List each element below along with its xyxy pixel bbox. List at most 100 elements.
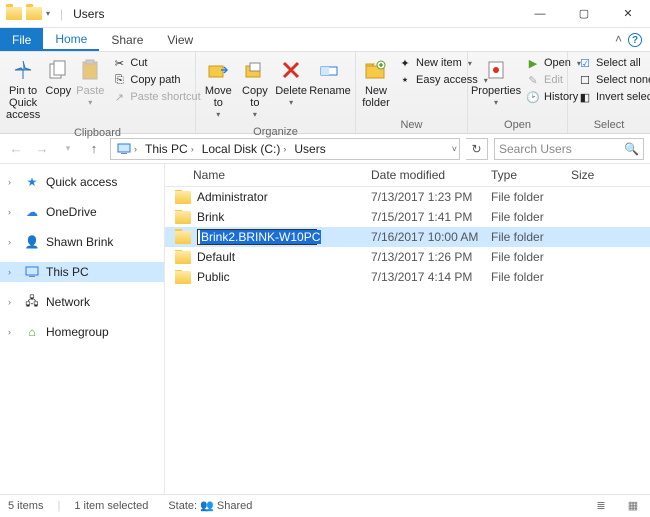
- table-row[interactable]: Default7/13/2017 1:26 PMFile folder: [165, 247, 650, 267]
- file-type: File folder: [485, 190, 565, 204]
- rename-button[interactable]: Rename: [309, 55, 351, 99]
- new-folder-icon: [362, 57, 390, 83]
- navpane-homegroup[interactable]: ›⌂Homegroup: [0, 322, 164, 342]
- caret-icon[interactable]: ›: [8, 207, 18, 217]
- tab-home[interactable]: Home: [43, 28, 99, 51]
- rename-input[interactable]: Brink2.BRINK-W10PC: [197, 229, 317, 245]
- navpane-user[interactable]: ›👤Shawn Brink: [0, 232, 164, 252]
- navpane-this-pc[interactable]: ›This PC: [0, 262, 164, 282]
- table-row[interactable]: Brink2.BRINK-W10PC7/16/2017 10:00 AMFile…: [165, 227, 650, 247]
- star-icon: ★: [24, 175, 40, 189]
- table-row[interactable]: Administrator7/13/2017 1:23 PMFile folde…: [165, 187, 650, 207]
- paste-shortcut-button[interactable]: ↗Paste shortcut: [108, 89, 204, 105]
- file-name: Public: [197, 270, 230, 284]
- user-icon: 👤: [24, 235, 40, 249]
- column-date[interactable]: Date modified: [365, 164, 485, 186]
- help-icon[interactable]: ?: [628, 33, 642, 47]
- select-all-icon: ☑: [578, 56, 592, 70]
- address-dropdown-icon[interactable]: ˅: [452, 144, 457, 154]
- select-all-button[interactable]: ☑Select all: [574, 55, 650, 71]
- tab-file[interactable]: File: [0, 28, 43, 51]
- tab-view[interactable]: View: [155, 28, 205, 51]
- status-state: State: 👥 Shared: [168, 499, 252, 512]
- properties-button[interactable]: Properties▾: [472, 55, 520, 110]
- ribbon: Pin to Quick access Copy Paste ▾ ✂Cut ⎘C…: [0, 52, 650, 134]
- delete-icon: [277, 57, 305, 83]
- copy-icon: [44, 57, 72, 83]
- caret-icon[interactable]: ›: [8, 237, 18, 247]
- breadcrumb-users[interactable]: Users: [290, 142, 329, 156]
- properties-icon: [482, 57, 510, 83]
- cloud-icon: ☁: [24, 205, 40, 219]
- move-to-button[interactable]: Move to▾: [200, 55, 237, 122]
- file-type: File folder: [485, 270, 565, 284]
- back-button[interactable]: ←: [6, 139, 26, 159]
- status-bar: 5 items | 1 item selected State: 👥 Share…: [0, 494, 650, 516]
- titlebar-separator: |: [60, 7, 63, 21]
- status-item-count: 5 items: [8, 500, 43, 512]
- file-type: File folder: [485, 210, 565, 224]
- select-none-button[interactable]: ☐Select none: [574, 72, 650, 88]
- caret-icon[interactable]: ›: [8, 327, 18, 337]
- history-icon: 🕑: [526, 90, 540, 104]
- minimize-button[interactable]: —: [518, 0, 562, 28]
- new-folder-button[interactable]: New folder: [360, 55, 392, 111]
- recent-locations-button[interactable]: ▾: [58, 139, 78, 159]
- navpane-onedrive[interactable]: ›☁OneDrive: [0, 202, 164, 222]
- search-box[interactable]: Search Users 🔍: [494, 138, 644, 160]
- column-headers: Name Date modified Type Size: [165, 164, 650, 187]
- copy-path-icon: ⎘: [112, 73, 126, 87]
- paste-shortcut-icon: ↗: [112, 90, 126, 104]
- breadcrumb-this-pc[interactable]: This PC›: [141, 142, 198, 156]
- qat-folder-icon[interactable]: [26, 7, 42, 20]
- ribbon-group-clipboard: Pin to Quick access Copy Paste ▾ ✂Cut ⎘C…: [0, 52, 196, 133]
- paste-button[interactable]: Paste ▾: [74, 55, 106, 110]
- file-name: Administrator: [197, 190, 268, 204]
- close-button[interactable]: ✕: [606, 0, 650, 28]
- caret-icon[interactable]: ›: [8, 267, 18, 277]
- caret-icon[interactable]: ›: [8, 177, 18, 187]
- ribbon-group-new: New folder ✦New item▾ ⭑Easy access▾ New: [356, 52, 468, 133]
- forward-button[interactable]: →: [32, 139, 52, 159]
- folder-icon: [175, 211, 191, 224]
- file-type: File folder: [485, 250, 565, 264]
- refresh-button[interactable]: ↻: [466, 138, 488, 160]
- copy-to-button[interactable]: Copy to▾: [237, 55, 274, 122]
- ribbon-tabs: File Home Share View ˄ ?: [0, 28, 650, 52]
- address-bar-row: ← → ▾ ↑ › This PC› Local Disk (C:)› User…: [0, 134, 650, 164]
- tab-share[interactable]: Share: [99, 28, 155, 51]
- address-bar[interactable]: › This PC› Local Disk (C:)› Users ˅: [110, 138, 460, 160]
- status-selected-count: 1 item selected: [74, 500, 148, 512]
- view-large-icons-button[interactable]: ▦: [624, 498, 642, 514]
- view-details-button[interactable]: ≣: [592, 498, 610, 514]
- caret-icon[interactable]: ›: [8, 297, 18, 307]
- maximize-button[interactable]: ▢: [562, 0, 606, 28]
- rename-icon: [316, 57, 344, 83]
- column-name[interactable]: Name: [165, 164, 365, 186]
- pc-icon: [117, 143, 131, 155]
- file-name: Default: [197, 250, 235, 264]
- invert-selection-button[interactable]: ◧Invert selection: [574, 89, 650, 105]
- move-to-icon: [204, 57, 232, 83]
- cut-button[interactable]: ✂Cut: [108, 55, 204, 71]
- column-size[interactable]: Size: [565, 164, 625, 186]
- delete-button[interactable]: Delete▾: [273, 55, 309, 110]
- navpane-network[interactable]: ›🖧Network: [0, 292, 164, 312]
- navpane-quick-access[interactable]: ›★Quick access: [0, 172, 164, 192]
- pc-icon: [24, 265, 40, 279]
- titlebar: ▾ | Users — ▢ ✕: [0, 0, 650, 28]
- table-row[interactable]: Public7/13/2017 4:14 PMFile folder: [165, 267, 650, 287]
- ribbon-collapse-icon[interactable]: ˄: [609, 28, 628, 51]
- breadcrumb-local-disk[interactable]: Local Disk (C:)›: [198, 142, 291, 156]
- table-row[interactable]: Brink7/15/2017 1:41 PMFile folder: [165, 207, 650, 227]
- qat-dropdown-icon[interactable]: ▾: [46, 9, 50, 18]
- pin-to-quick-access-button[interactable]: Pin to Quick access: [4, 55, 42, 123]
- ribbon-group-select: ☑Select all ☐Select none ◧Invert selecti…: [568, 52, 650, 133]
- file-type: File folder: [485, 230, 565, 244]
- copy-button[interactable]: Copy: [42, 55, 74, 99]
- copy-path-button[interactable]: ⎘Copy path: [108, 72, 204, 88]
- column-type[interactable]: Type: [485, 164, 565, 186]
- folder-icon: [175, 231, 191, 244]
- up-button[interactable]: ↑: [84, 139, 104, 159]
- main-area: ›★Quick access ›☁OneDrive ›👤Shawn Brink …: [0, 164, 650, 494]
